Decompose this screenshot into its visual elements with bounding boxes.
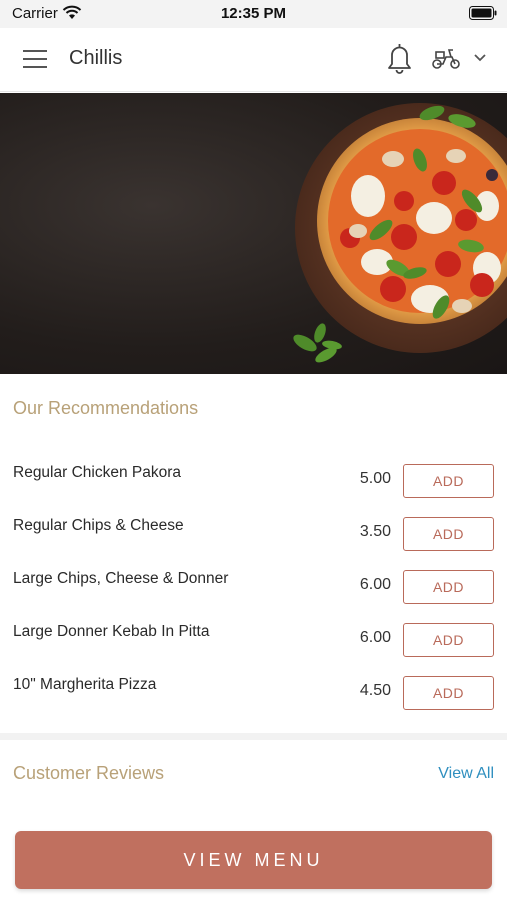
item-price: 5.00 <box>359 470 391 487</box>
list-item: Regular Chicken Pakora 5.00 ADD <box>0 448 507 501</box>
item-name: Large Donner Kebab In Pitta <box>13 623 210 640</box>
view-menu-button[interactable]: VIEW MENU <box>15 831 492 889</box>
item-name: Large Chips, Cheese & Donner <box>13 570 229 587</box>
recommendations-title: Our Recommendations <box>13 398 199 418</box>
status-bar: Carrier 12:35 PM <box>0 0 507 28</box>
bell-icon[interactable] <box>386 42 413 74</box>
section-divider <box>0 733 507 740</box>
pizza-image <box>293 103 507 363</box>
add-button[interactable]: ADD <box>403 623 494 657</box>
battery-icon <box>469 6 497 20</box>
app-header: Chillis <box>0 28 507 92</box>
menu-icon[interactable] <box>22 48 48 70</box>
scooter-icon[interactable] <box>431 46 461 70</box>
list-item: Regular Chips & Cheese 3.50 ADD <box>0 501 507 554</box>
item-price: 6.00 <box>359 629 391 646</box>
item-price: 4.50 <box>359 682 391 699</box>
item-name: Regular Chips & Cheese <box>13 517 184 534</box>
list-item: 10" Margherita Pizza 4.50 ADD <box>0 660 507 713</box>
item-price: 3.50 <box>359 523 391 540</box>
hero-banner <box>0 93 507 374</box>
page-title: Chillis <box>69 47 123 69</box>
list-item: Large Chips, Cheese & Donner 6.00 ADD <box>0 554 507 607</box>
item-name: 10" Margherita Pizza <box>13 676 157 693</box>
chevron-down-icon[interactable] <box>473 53 487 63</box>
add-button[interactable]: ADD <box>403 570 494 604</box>
view-all-link[interactable]: View All <box>438 765 494 783</box>
add-button[interactable]: ADD <box>403 517 494 551</box>
recommendations-list: Regular Chicken Pakora 5.00 ADD Regular … <box>0 448 507 713</box>
status-time: 12:35 PM <box>220 5 287 22</box>
reviews-title: Customer Reviews <box>13 763 165 783</box>
list-item: Large Donner Kebab In Pitta 6.00 ADD <box>0 607 507 660</box>
add-button[interactable]: ADD <box>403 464 494 498</box>
add-button[interactable]: ADD <box>403 676 494 710</box>
item-price: 6.00 <box>359 576 391 593</box>
item-name: Regular Chicken Pakora <box>13 464 182 481</box>
